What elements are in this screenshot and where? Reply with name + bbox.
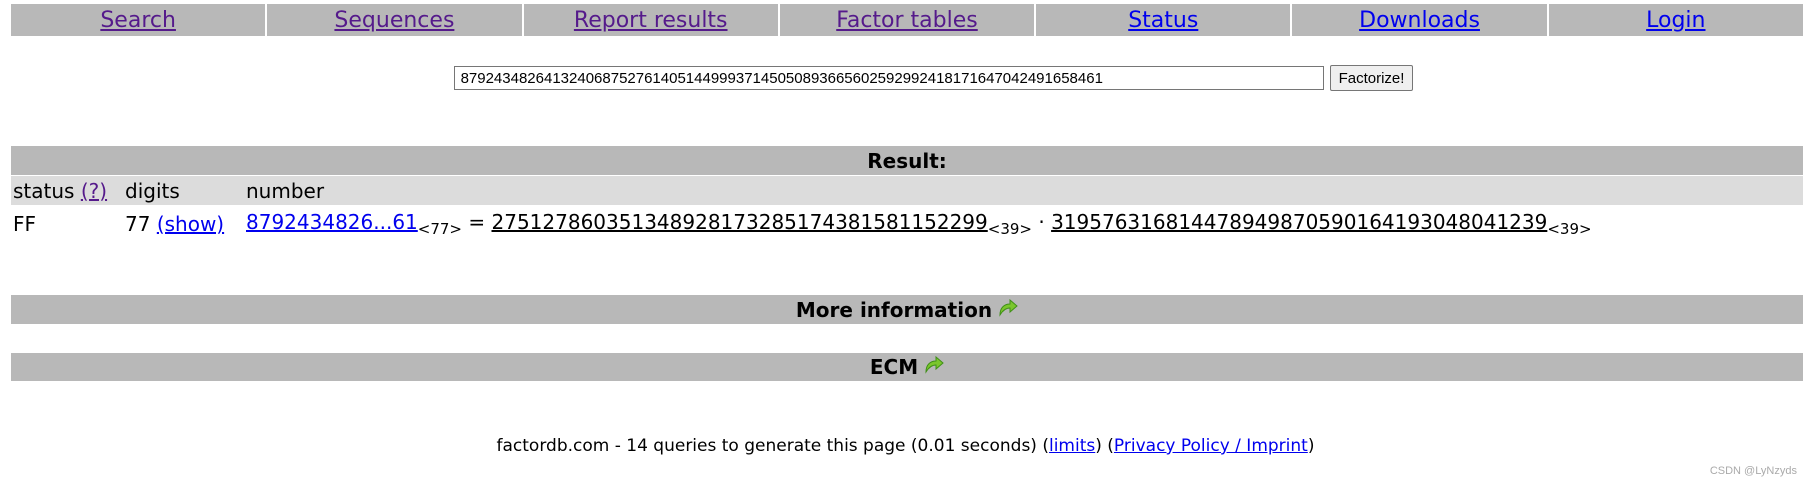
status-help-link[interactable]: (?) xyxy=(81,179,107,203)
multiply-dot: · xyxy=(1038,210,1045,234)
show-digits-link[interactable]: (show) xyxy=(157,212,224,236)
limits-link[interactable]: limits xyxy=(1049,436,1095,456)
ecm-label: ECM xyxy=(869,355,919,379)
factorize-button[interactable]: Factorize! xyxy=(1329,65,1414,91)
status-header: status (?) xyxy=(13,179,108,203)
nav-link-report-results[interactable]: Report results xyxy=(574,8,728,33)
equals-sign: = xyxy=(468,210,486,234)
top-nav: Search Sequences Report results Factor t… xyxy=(11,4,1803,36)
nav-cell-sequences: Sequences xyxy=(267,4,524,36)
watermark: CSDN @LyNzyds xyxy=(1709,465,1797,477)
table-row: FF 77 (show) 8792434826...61<77> = 27512… xyxy=(11,207,1803,241)
expand-arrow-icon[interactable] xyxy=(924,355,944,379)
nav-link-downloads[interactable]: Downloads xyxy=(1359,8,1480,33)
status-value: FF xyxy=(13,212,37,236)
factor-1-length: <39> xyxy=(987,220,1032,238)
digits-cell: 77 (show) xyxy=(125,212,224,236)
expand-arrow-icon[interactable] xyxy=(998,298,1018,322)
number-length: <77> xyxy=(417,220,463,238)
result-header-bar: Result: xyxy=(11,146,1803,175)
result-title: Result: xyxy=(867,148,947,173)
nav-cell-downloads: Downloads xyxy=(1292,4,1549,36)
privacy-link[interactable]: Privacy Policy / Imprint xyxy=(1114,436,1308,456)
nav-link-login[interactable]: Login xyxy=(1646,8,1705,33)
number-cell: 8792434826...61<77> = 275127860351348928… xyxy=(246,210,1592,238)
page-footer: factordb.com - 14 queries to generate th… xyxy=(496,436,1315,456)
factor-1-link[interactable]: 275127860351348928173285174381581152299 xyxy=(492,210,988,234)
footer-text: factordb.com - 14 queries to generate th… xyxy=(496,436,1043,456)
number-input[interactable] xyxy=(453,66,1324,90)
nav-cell-search: Search xyxy=(11,4,268,36)
number-header: number xyxy=(246,179,325,203)
more-information-bar[interactable]: More information xyxy=(11,295,1803,324)
search-form: Factorize! xyxy=(0,65,1811,91)
digits-header: digits xyxy=(125,179,180,203)
nav-link-status[interactable]: Status xyxy=(1128,8,1198,33)
result-table-header: status (?) digits number xyxy=(11,176,1803,205)
more-information-label: More information xyxy=(795,297,993,322)
number-link[interactable]: 8792434826...61 xyxy=(246,210,418,234)
factor-2-length: <39> xyxy=(1547,220,1592,238)
factor-2-link[interactable]: 319576316814478949870590164193048041239 xyxy=(1051,210,1547,234)
nav-link-search[interactable]: Search xyxy=(100,8,176,33)
nav-cell-report-results: Report results xyxy=(523,4,780,36)
nav-cell-login: Login xyxy=(1548,4,1803,36)
nav-cell-status: Status xyxy=(1036,4,1293,36)
digits-value: 77 xyxy=(125,212,151,236)
nav-link-sequences[interactable]: Sequences xyxy=(334,8,454,33)
ecm-bar[interactable]: ECM xyxy=(11,353,1803,381)
nav-link-factor-tables[interactable]: Factor tables xyxy=(836,8,978,33)
nav-cell-factor-tables: Factor tables xyxy=(779,4,1037,36)
